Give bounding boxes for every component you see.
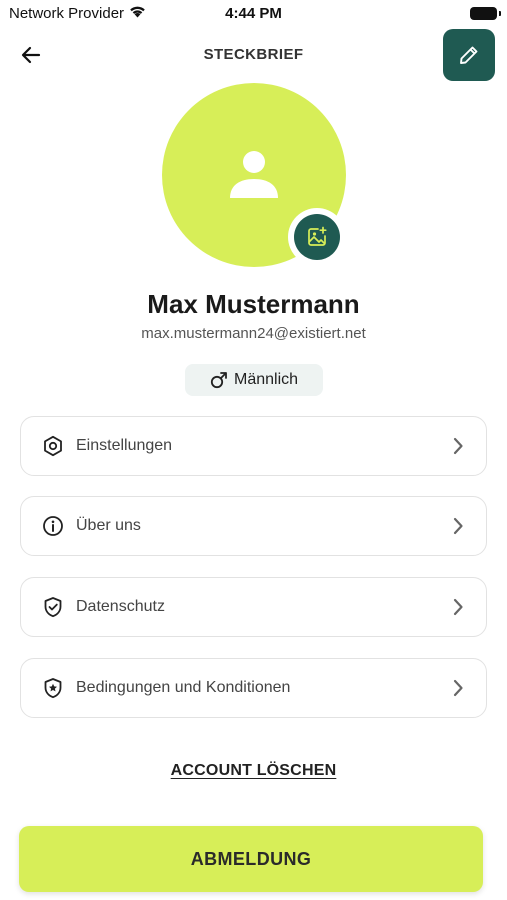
chevron-right-icon <box>446 676 470 700</box>
chevron-right-icon <box>446 595 470 619</box>
menu-item-label: Bedingungen und Konditionen <box>76 679 291 696</box>
menu-item-bedingungen[interactable]: Bedingungen und Konditionen <box>20 658 487 718</box>
menu-item-label: Datenschutz <box>76 598 165 615</box>
change-photo-badge <box>294 214 340 260</box>
delete-account-link[interactable]: ACCOUNT LÖSCHEN <box>171 762 337 779</box>
image-plus-icon <box>308 226 327 246</box>
header: STECKBRIEF <box>0 28 507 82</box>
pencil-icon <box>460 46 478 64</box>
hexagon-settings-icon <box>41 434 65 458</box>
user-icon <box>230 151 278 198</box>
delete-account-row: ACCOUNT LÖSCHEN <box>0 762 507 780</box>
page-title: STECKBRIEF <box>203 46 304 63</box>
menu-item-label: Einstellungen <box>76 437 173 454</box>
status-bar: Network Provider 4:44 PM <box>0 0 507 28</box>
gender-label: Männlich <box>233 371 299 388</box>
menu-item-datenschutz[interactable]: Datenschutz <box>20 577 487 637</box>
chevron-right-icon <box>446 434 470 458</box>
menu-item-ueber-uns[interactable]: Über uns <box>20 496 487 556</box>
male-symbol-icon <box>210 372 227 389</box>
change-photo-button[interactable] <box>288 208 346 266</box>
menu-item-label: Über uns <box>76 517 141 534</box>
shield-star-icon <box>41 676 65 700</box>
battery-icon <box>470 7 501 20</box>
profile-email: max.mustermann24@existiert.net <box>141 325 366 342</box>
shield-check-icon <box>41 595 65 619</box>
edit-profile-button[interactable] <box>443 29 495 81</box>
profile-name: Max Mustermann <box>147 289 360 319</box>
menu-item-einstellungen[interactable]: Einstellungen <box>20 416 487 476</box>
gender-badge: Männlich <box>185 364 323 396</box>
logout-button[interactable]: ABMELDUNG <box>19 826 483 892</box>
status-time: 4:44 PM <box>225 5 282 22</box>
chevron-right-icon <box>446 514 470 538</box>
info-icon <box>41 514 65 538</box>
